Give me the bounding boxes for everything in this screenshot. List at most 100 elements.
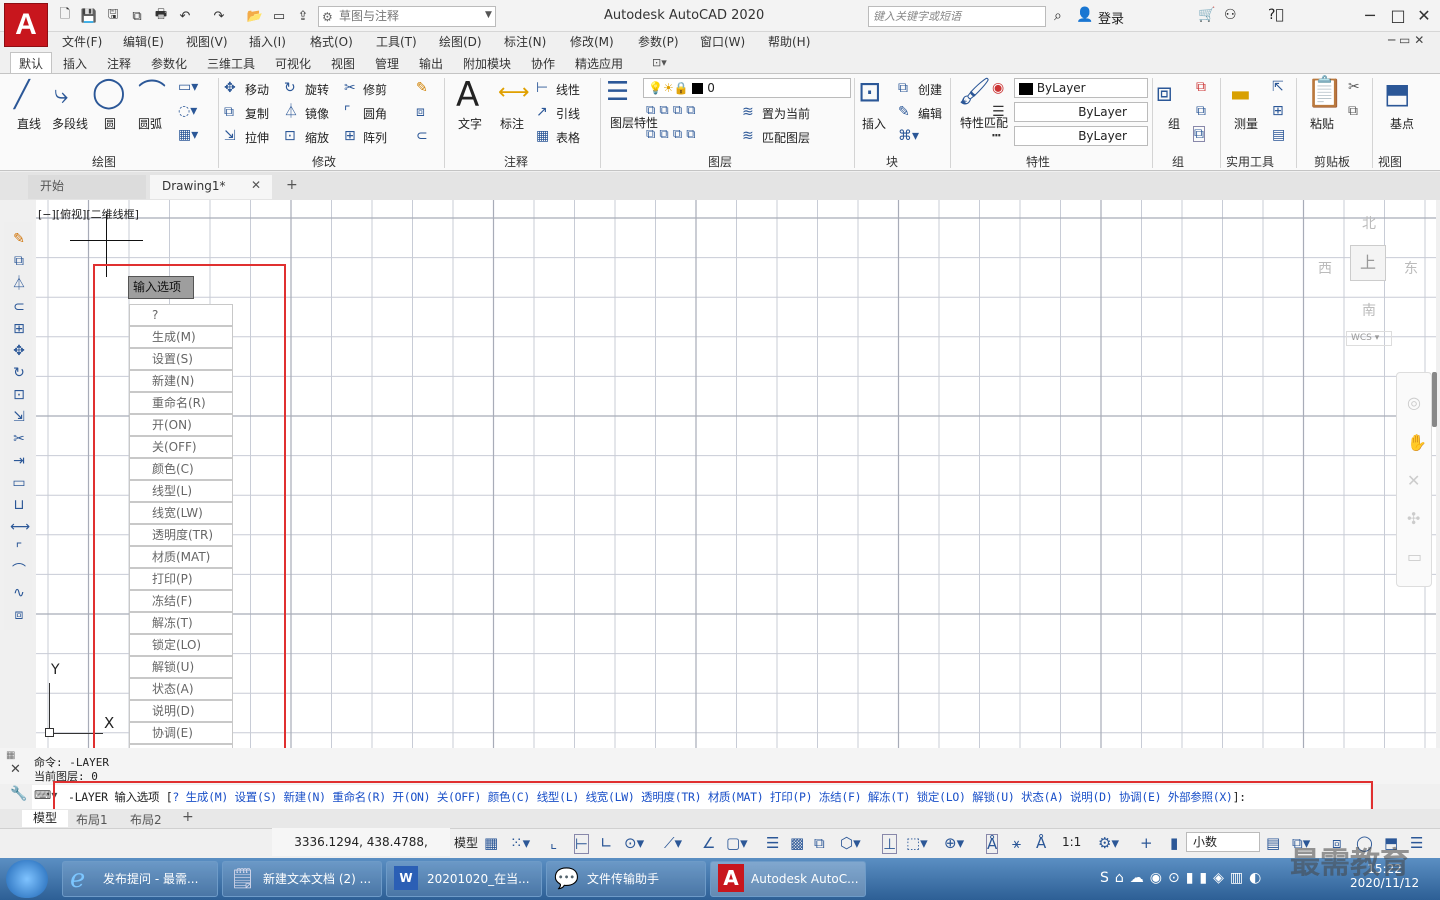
transparency-icon[interactable]: ▩ bbox=[790, 834, 804, 852]
connect-icon[interactable]: ⚇ bbox=[1224, 7, 1237, 23]
viewcube-east[interactable]: 东 bbox=[1404, 258, 1418, 278]
viewcube-west[interactable]: 西 bbox=[1318, 258, 1332, 278]
units-icon[interactable]: ▮ bbox=[1170, 834, 1178, 852]
search-input[interactable]: 键入关键字或短语 bbox=[868, 6, 1046, 27]
array-tool-icon[interactable]: ⊞ bbox=[10, 320, 28, 338]
copy-label[interactable]: 复制 bbox=[245, 105, 269, 122]
utilities-panel-title[interactable]: 实用工具 bbox=[1226, 153, 1274, 170]
group-select-icon[interactable]: ⧉ bbox=[1193, 126, 1205, 142]
cart-icon[interactable]: 🛒 bbox=[1198, 7, 1215, 23]
trim-icon[interactable]: ✂ bbox=[344, 81, 356, 95]
layer-dropdown[interactable]: 💡☀🔒 0 bbox=[643, 78, 851, 98]
dimension-icon[interactable]: ⟷ bbox=[498, 82, 530, 104]
navigation-bar[interactable]: ◎ ✋ ✕ ✣ ▭ bbox=[1396, 372, 1432, 587]
insert-block-icon[interactable]: ⊡ bbox=[858, 78, 881, 106]
menu-dimension[interactable]: 标注(N) bbox=[504, 33, 546, 50]
snap-icon[interactable]: ⁙▾ bbox=[510, 834, 530, 852]
fillet-icon[interactable]: ⌜ bbox=[344, 105, 351, 119]
view-panel-title[interactable]: 视图 bbox=[1378, 153, 1402, 170]
color-dropdown[interactable]: ByLayer bbox=[1014, 78, 1148, 98]
tab-insert[interactable]: 插入 bbox=[63, 55, 87, 72]
close-button[interactable]: ✕ bbox=[1410, 5, 1438, 27]
osnap-icon[interactable]: ▢▾ bbox=[726, 834, 748, 852]
viewcube-north[interactable]: 北 bbox=[1362, 213, 1376, 233]
redo-icon[interactable]: ↷ bbox=[210, 7, 228, 25]
stretch-icon[interactable]: ⇲ bbox=[224, 129, 236, 143]
help-icon[interactable]: ?⃝ bbox=[1268, 7, 1284, 23]
menu-format[interactable]: 格式(O) bbox=[310, 33, 353, 50]
tab-parametric[interactable]: 参数化 bbox=[151, 55, 187, 72]
menu-insert[interactable]: 插入(I) bbox=[249, 33, 286, 50]
layer-properties-label[interactable]: 图层特性 bbox=[610, 115, 658, 131]
polar-icon[interactable]: ⊙▾ bbox=[624, 834, 644, 852]
block-panel-title[interactable]: 块 bbox=[886, 153, 898, 170]
copy-clip-icon[interactable]: ⧉ bbox=[1348, 104, 1358, 118]
line-icon[interactable]: ╱ bbox=[14, 82, 30, 108]
trim-label[interactable]: 修剪 bbox=[363, 81, 387, 98]
explode-icon[interactable]: ⧈ bbox=[416, 105, 425, 119]
plot-icon[interactable]: 🖶 bbox=[152, 7, 170, 25]
break-at-point-icon[interactable]: ⊔ bbox=[10, 496, 28, 514]
base-label[interactable]: 基点 bbox=[1390, 115, 1414, 132]
viewcube-top-face[interactable]: 上 bbox=[1350, 245, 1386, 281]
menu-modify[interactable]: 修改(M) bbox=[570, 33, 614, 50]
new-tab-button[interactable]: + bbox=[286, 177, 298, 193]
share-icon[interactable]: ⇪ bbox=[294, 7, 312, 25]
rotate-icon[interactable]: ↻ bbox=[284, 81, 296, 95]
match-layer-icon[interactable]: ≋ bbox=[742, 129, 754, 143]
create-label[interactable]: 创建 bbox=[918, 81, 942, 98]
paste-label[interactable]: 粘贴 bbox=[1310, 115, 1334, 132]
tray-icons[interactable]: S⌂☁◉⊙▮▮◈▥◐ bbox=[1100, 870, 1267, 886]
select-all-icon[interactable]: ⊞ bbox=[1272, 104, 1284, 118]
move-tool-icon[interactable]: ✥ bbox=[10, 342, 28, 360]
new-icon[interactable]: 🗋 bbox=[56, 7, 74, 25]
layer-tools-icon[interactable]: ⧉ ⧉ ⧉ ⧉ bbox=[646, 104, 696, 117]
units-select[interactable]: 小数 bbox=[1186, 832, 1260, 852]
tab-manage[interactable]: 管理 bbox=[375, 55, 399, 72]
trim-tool-icon[interactable]: ✂ bbox=[10, 430, 28, 448]
tab-collaborate[interactable]: 协作 bbox=[531, 55, 555, 72]
linear-label[interactable]: 线性 bbox=[556, 81, 580, 98]
ortho-icon[interactable]: ∟ bbox=[600, 834, 613, 852]
tab-output[interactable]: 输出 bbox=[419, 55, 443, 72]
arc-label[interactable]: 圆弧 bbox=[138, 115, 162, 132]
copy-tool-icon[interactable]: ⧉ bbox=[10, 252, 28, 270]
line-label[interactable]: 直线 bbox=[17, 115, 41, 132]
blend-tool-icon[interactable]: ∿ bbox=[10, 584, 28, 602]
tab-default[interactable]: 默认 bbox=[19, 55, 43, 72]
set-current-label[interactable]: 置为当前 bbox=[762, 105, 810, 122]
open-web-icon[interactable]: ⧉ bbox=[128, 7, 146, 25]
customize-icon[interactable]: 🔧 bbox=[10, 786, 27, 802]
dimension-label[interactable]: 标注 bbox=[500, 115, 524, 132]
orbit-icon[interactable]: ✣ bbox=[1407, 509, 1420, 528]
grid-icon[interactable]: ▦ bbox=[484, 834, 498, 852]
dynamic-input-icon[interactable]: ⊢ bbox=[574, 834, 590, 854]
edit-label[interactable]: 编辑 bbox=[918, 105, 942, 122]
attribute-icon[interactable]: ⌘▾ bbox=[898, 129, 919, 143]
clipboard-panel-title[interactable]: 剪贴板 bbox=[1314, 153, 1350, 170]
paste-icon[interactable]: 📋 bbox=[1306, 78, 1343, 108]
start-button[interactable] bbox=[6, 860, 48, 898]
match-layer-label[interactable]: 匹配图层 bbox=[762, 129, 810, 146]
create-block-icon[interactable]: ⧉ bbox=[898, 81, 908, 95]
menu-edit[interactable]: 编辑(E) bbox=[123, 33, 164, 50]
tab-3d-tools[interactable]: 三维工具 bbox=[207, 55, 255, 72]
edit-block-icon[interactable]: ✎ bbox=[898, 105, 910, 119]
insert-label[interactable]: 插入 bbox=[862, 115, 886, 132]
arc-icon[interactable]: ⌒ bbox=[138, 80, 166, 108]
layers-panel-title[interactable]: 图层 bbox=[708, 153, 732, 170]
menu-view[interactable]: 视图(V) bbox=[186, 33, 228, 50]
rotate-label[interactable]: 旋转 bbox=[305, 81, 329, 98]
fillet-tool-icon[interactable]: ⌒ bbox=[10, 562, 28, 580]
quick-properties-icon[interactable]: ▤ bbox=[1266, 834, 1280, 852]
wcs-menu[interactable]: WCS ▾ bbox=[1346, 331, 1392, 346]
annotation-scale-value[interactable]: 1:1 bbox=[1062, 835, 1081, 849]
menu-file[interactable]: 文件(F) bbox=[62, 33, 102, 50]
tab-addins[interactable]: 附加模块 bbox=[463, 55, 511, 72]
open-icon[interactable]: 📂 bbox=[246, 7, 264, 25]
steering-wheel-icon[interactable]: ◎ bbox=[1407, 393, 1421, 412]
offset-icon[interactable]: ⊂ bbox=[416, 129, 428, 143]
selection-cycling-icon[interactable]: ⧉ bbox=[814, 834, 825, 852]
leader-label[interactable]: 引线 bbox=[556, 105, 580, 122]
circle-label[interactable]: 圆 bbox=[104, 115, 116, 132]
